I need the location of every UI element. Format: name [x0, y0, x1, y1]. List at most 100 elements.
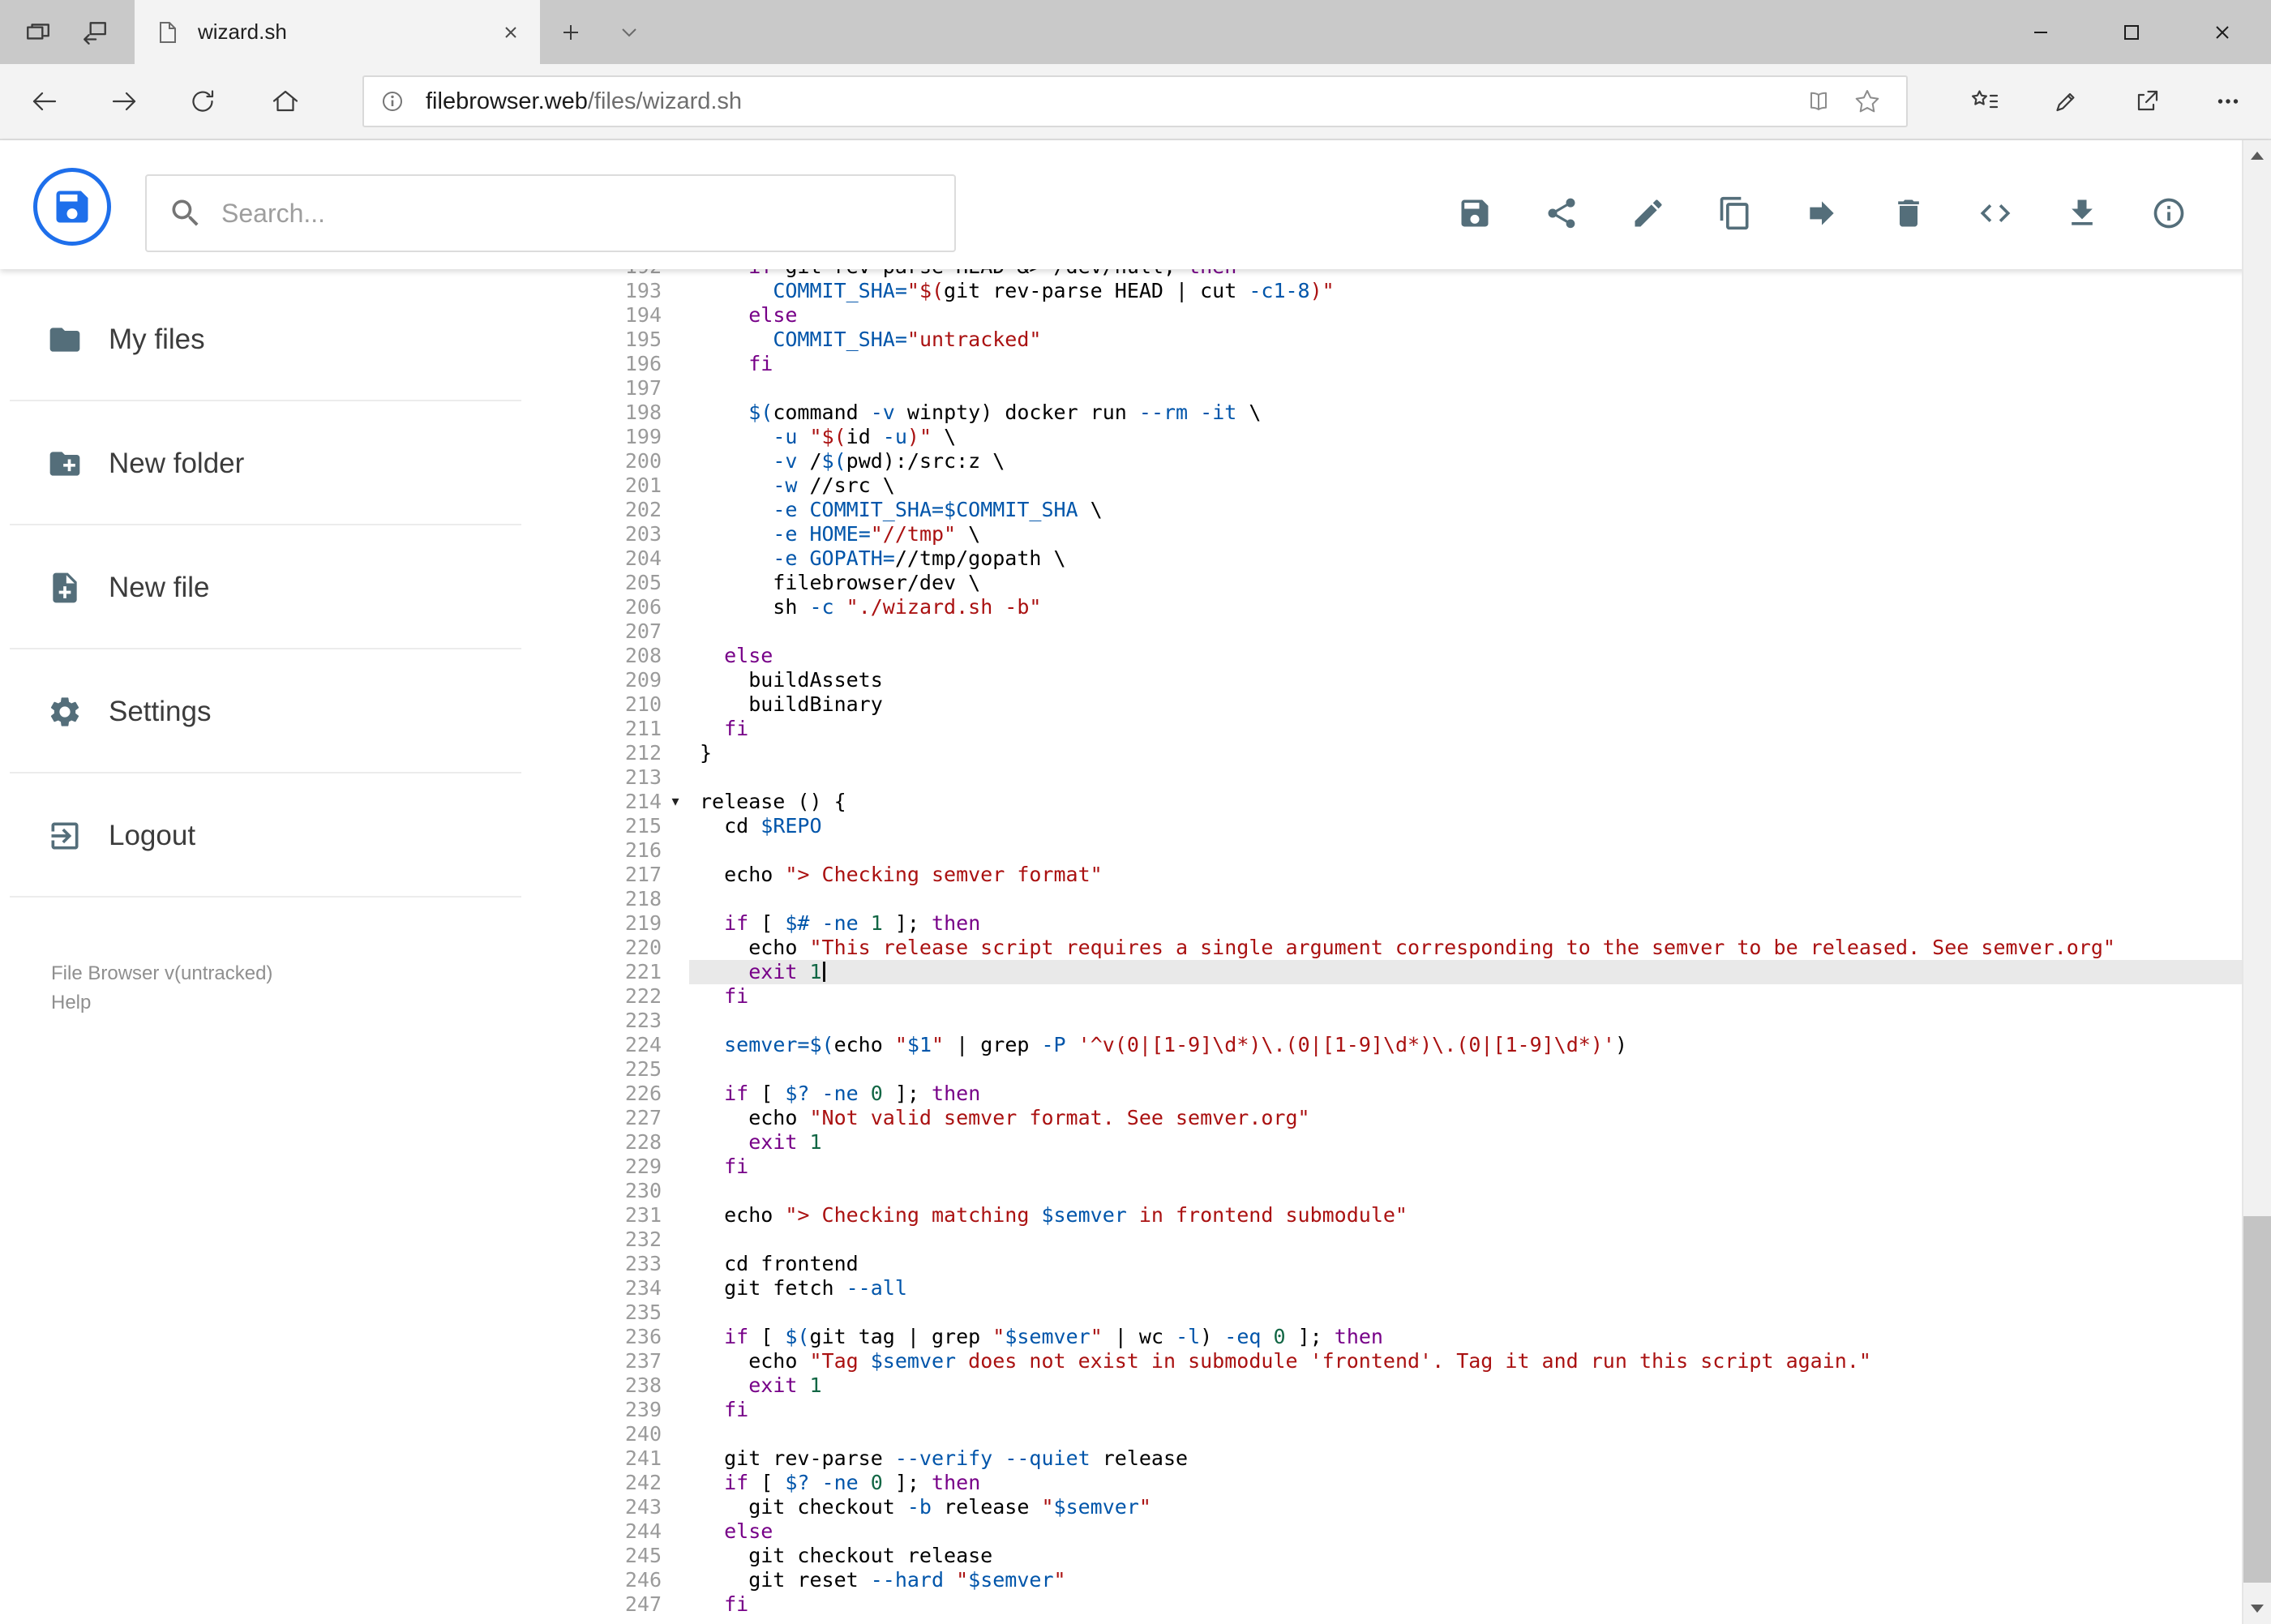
code-line-196[interactable]: 196 fi: [535, 352, 2242, 376]
code-line-229[interactable]: 229 fi: [535, 1155, 2242, 1179]
search-input[interactable]: [221, 198, 948, 229]
page-scrollbar[interactable]: [2242, 140, 2271, 1624]
code-line-213[interactable]: 213: [535, 765, 2242, 790]
code-line-215[interactable]: 215 cd $REPO: [535, 814, 2242, 838]
code-line-219[interactable]: 219 if [ $# -ne 1 ]; then: [535, 911, 2242, 936]
code-line-204[interactable]: 204 -e GOPATH=//tmp/gopath \: [535, 546, 2242, 571]
code-line-235[interactable]: 235: [535, 1300, 2242, 1325]
share-page-button[interactable]: [2106, 64, 2187, 139]
code-line-221[interactable]: 221 exit 1: [535, 960, 2242, 984]
home-button[interactable]: [258, 74, 313, 129]
code-line-212[interactable]: 212}: [535, 741, 2242, 765]
browser-tab[interactable]: wizard.sh: [135, 0, 540, 64]
code-editor[interactable]: 192 if git rev-parse HEAD &> /dev/null; …: [535, 269, 2242, 1624]
code-line-216[interactable]: 216: [535, 838, 2242, 863]
save-button[interactable]: [1431, 182, 1518, 244]
code-line-246[interactable]: 246 git reset --hard "$semver": [535, 1568, 2242, 1592]
code-line-208[interactable]: 208 else: [535, 644, 2242, 668]
web-note-button[interactable]: [2025, 64, 2106, 139]
code-line-237[interactable]: 237 echo "Tag $semver does not exist in …: [535, 1349, 2242, 1373]
code-line-217[interactable]: 217 echo "> Checking semver format": [535, 863, 2242, 887]
code-line-195[interactable]: 195 COMMIT_SHA="untracked": [535, 328, 2242, 352]
sidebar-item-my-files[interactable]: My files: [0, 277, 535, 401]
favorites-hub-button[interactable]: [1944, 64, 2025, 139]
code-line-245[interactable]: 245 git checkout release: [535, 1544, 2242, 1568]
code-line-205[interactable]: 205 filebrowser/dev \: [535, 571, 2242, 595]
more-button[interactable]: [2187, 64, 2269, 139]
help-link[interactable]: Help: [51, 992, 91, 1014]
code-line-199[interactable]: 199 -u "$(id -u)" \: [535, 425, 2242, 449]
scrollbar-thumb[interactable]: [2243, 1216, 2271, 1583]
code-line-243[interactable]: 243 git checkout -b release "$semver": [535, 1495, 2242, 1519]
tab-close-button[interactable]: [493, 15, 529, 50]
code-line-202[interactable]: 202 -e COMMIT_SHA=$COMMIT_SHA \: [535, 498, 2242, 522]
code-line-226[interactable]: 226 if [ $? -ne 0 ]; then: [535, 1082, 2242, 1106]
code-line-230[interactable]: 230: [535, 1179, 2242, 1203]
address-bar[interactable]: filebrowser.web/files/wizard.sh: [362, 75, 1908, 127]
code-line-224[interactable]: 224 semver=$(echo "$1" | grep -P '^v(0|[…: [535, 1033, 2242, 1057]
tab-preview-toggle-button[interactable]: [603, 0, 655, 64]
code-line-233[interactable]: 233 cd frontend: [535, 1252, 2242, 1276]
code-line-201[interactable]: 201 -w //src \: [535, 473, 2242, 498]
code-line-206[interactable]: 206 sh -c "./wizard.sh -b": [535, 595, 2242, 619]
code-line-241[interactable]: 241 git rev-parse --verify --quiet relea…: [535, 1446, 2242, 1471]
scroll-up-button[interactable]: [2243, 142, 2271, 169]
code-line-238[interactable]: 238 exit 1: [535, 1373, 2242, 1398]
code-line-232[interactable]: 232: [535, 1228, 2242, 1252]
delete-button[interactable]: [1865, 182, 1952, 244]
code-line-225[interactable]: 225: [535, 1057, 2242, 1082]
back-button[interactable]: [16, 74, 71, 129]
code-line-211[interactable]: 211 fi: [535, 717, 2242, 741]
copy-button[interactable]: [1691, 182, 1778, 244]
code-line-222[interactable]: 222 fi: [535, 984, 2242, 1009]
code-line-214[interactable]: 214 ▾ release () {: [535, 790, 2242, 814]
sidebar-item-new-folder[interactable]: New folder: [0, 401, 535, 525]
code-line-242[interactable]: 242 if [ $? -ne 0 ]; then: [535, 1471, 2242, 1495]
code-line-197[interactable]: 197: [535, 376, 2242, 401]
code-line-223[interactable]: 223: [535, 1009, 2242, 1033]
code-line-220[interactable]: 220 echo "This release script requires a…: [535, 936, 2242, 960]
code-line-194[interactable]: 194 else: [535, 303, 2242, 328]
scroll-down-button[interactable]: [2243, 1595, 2271, 1622]
code-line-228[interactable]: 228 exit 1: [535, 1130, 2242, 1155]
minimize-button[interactable]: [1995, 0, 2086, 64]
info-button[interactable]: [2125, 182, 2212, 244]
move-button[interactable]: [1778, 182, 1865, 244]
reading-view-button[interactable]: [1794, 79, 1843, 124]
search-box[interactable]: [145, 174, 956, 252]
sidebar-item-logout[interactable]: Logout: [0, 773, 535, 898]
code-line-198[interactable]: 198 $(command -v winpty) docker run --rm…: [535, 401, 2242, 425]
code-line-209[interactable]: 209 buildAssets: [535, 668, 2242, 692]
code-line-234[interactable]: 234 git fetch --all: [535, 1276, 2242, 1300]
code-line-200[interactable]: 200 -v /$(pwd):/src:z \: [535, 449, 2242, 473]
fold-marker-icon[interactable]: ▾: [662, 790, 689, 814]
set-tabs-aside-button[interactable]: [68, 0, 122, 64]
favorite-button[interactable]: [1843, 79, 1892, 124]
tabs-aside-list-button[interactable]: [11, 0, 65, 64]
code-line-247[interactable]: 247 fi: [535, 1592, 2242, 1617]
code-line-207[interactable]: 207: [535, 619, 2242, 644]
code-line-227[interactable]: 227 echo "Not valid semver format. See s…: [535, 1106, 2242, 1130]
code-line-240[interactable]: 240: [535, 1422, 2242, 1446]
sidebar-item-new-file[interactable]: New file: [0, 525, 535, 649]
edit-button[interactable]: [1605, 182, 1691, 244]
code-line-244[interactable]: 244 else: [535, 1519, 2242, 1544]
code-line-231[interactable]: 231 echo "> Checking matching $semver in…: [535, 1203, 2242, 1228]
sidebar-item-settings[interactable]: Settings: [0, 649, 535, 773]
close-window-button[interactable]: [2177, 0, 2268, 64]
code-button[interactable]: [1952, 182, 2038, 244]
new-tab-button[interactable]: [545, 0, 597, 64]
download-button[interactable]: [2038, 182, 2125, 244]
info-icon[interactable]: [379, 88, 406, 115]
refresh-button[interactable]: [175, 74, 230, 129]
code-line-239[interactable]: 239 fi: [535, 1398, 2242, 1422]
forward-button[interactable]: [97, 74, 152, 129]
code-line-236[interactable]: 236 if [ $(git tag | grep "$semver" | wc…: [535, 1325, 2242, 1349]
maximize-button[interactable]: [2086, 0, 2177, 64]
code-line-192[interactable]: 192 if git rev-parse HEAD &> /dev/null; …: [535, 269, 2242, 279]
code-line-203[interactable]: 203 -e HOME="//tmp" \: [535, 522, 2242, 546]
code-line-193[interactable]: 193 COMMIT_SHA="$(git rev-parse HEAD | c…: [535, 279, 2242, 303]
filebrowser-logo[interactable]: [33, 168, 111, 246]
share-button[interactable]: [1518, 182, 1605, 244]
code-line-218[interactable]: 218: [535, 887, 2242, 911]
